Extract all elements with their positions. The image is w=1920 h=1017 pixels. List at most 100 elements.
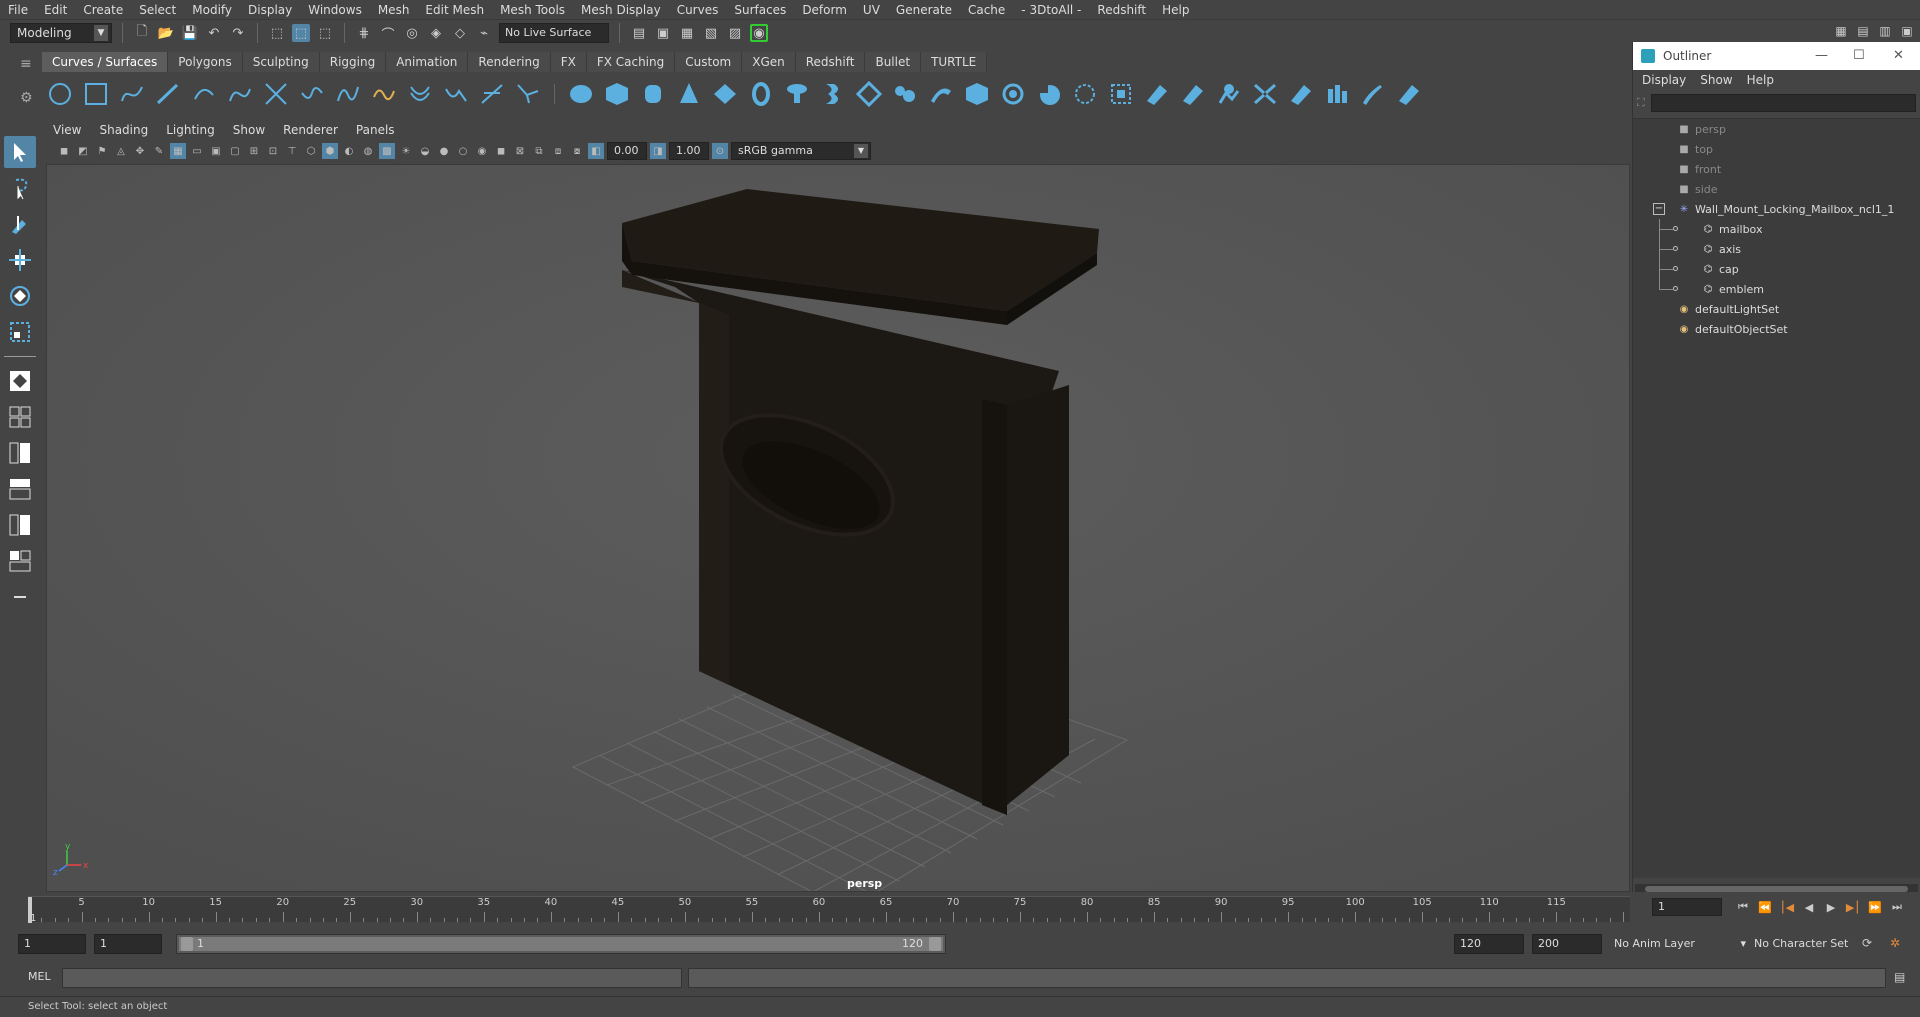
- panel-menu-renderer[interactable]: Renderer: [274, 123, 347, 137]
- outliner-menu-display[interactable]: Display: [1635, 73, 1693, 87]
- panel-layout-icon[interactable]: ▣: [1898, 22, 1916, 40]
- time-slider-track[interactable]: 5 10 15 20 25 30 35 40 45 50 55 60 65 70 75 80 85 90 95 100…: [28, 896, 1630, 924]
- menu-mesh-display[interactable]: Mesh Display: [573, 0, 669, 20]
- shelf-tab-redshift[interactable]: Redshift: [795, 52, 866, 72]
- panel-menu-shading[interactable]: Shading: [90, 123, 157, 137]
- image-plane-icon[interactable]: ◬: [113, 143, 129, 159]
- step-forward-frame-icon[interactable]: ▶⎮: [1844, 898, 1862, 916]
- gate-mask-icon[interactable]: ▢: [227, 143, 243, 159]
- gamma-icon[interactable]: ◨: [650, 143, 666, 159]
- redshift-render-icon[interactable]: ◉: [750, 24, 768, 42]
- snap-point-icon[interactable]: ◎: [403, 24, 421, 42]
- detach-surface-icon[interactable]: [1251, 80, 1279, 108]
- field-chart-icon[interactable]: ⊞: [246, 143, 262, 159]
- close-icon[interactable]: ✕: [1893, 48, 1904, 63]
- menu-edit[interactable]: Edit: [36, 0, 75, 20]
- single-perspective-layout-icon[interactable]: [4, 365, 36, 397]
- shelf-tab-sculpting[interactable]: Sculpting: [242, 52, 320, 72]
- render-frame-icon[interactable]: ▣: [654, 24, 672, 42]
- outliner-item-front[interactable]: ■ front: [1633, 159, 1920, 179]
- film-gate-icon[interactable]: ▭: [189, 143, 205, 159]
- nurbs-sphere-icon[interactable]: [567, 80, 595, 108]
- mel-input[interactable]: [62, 968, 682, 988]
- menu-display[interactable]: Display: [240, 0, 300, 20]
- two-d-pan-icon[interactable]: ✥: [132, 143, 148, 159]
- nurbs-square-icon[interactable]: [82, 80, 110, 108]
- lasso-tool[interactable]: [4, 172, 36, 204]
- anim-prefs-icon[interactable]: ✲: [1890, 936, 1900, 950]
- extrude-icon[interactable]: [891, 80, 919, 108]
- shelf-tab-fx-caching[interactable]: FX Caching: [586, 52, 676, 72]
- select-component-icon[interactable]: ⬚: [316, 24, 334, 42]
- shelf-tab-custom[interactable]: Custom: [675, 52, 743, 72]
- panel-layout-icon[interactable]: ▤: [1854, 22, 1872, 40]
- curve-intersect-icon[interactable]: [262, 80, 290, 108]
- smooth-shade-icon[interactable]: ⬢: [322, 143, 338, 159]
- menu-cache[interactable]: Cache: [960, 0, 1013, 20]
- outliner-item-axis[interactable]: ⌬ axis: [1633, 239, 1920, 259]
- bookmark-icon[interactable]: ⚑: [94, 143, 110, 159]
- snap-view-icon[interactable]: ◈: [427, 24, 445, 42]
- panel-layout-icon[interactable]: ▦: [1832, 22, 1850, 40]
- move-tool[interactable]: [4, 244, 36, 276]
- outliner-item-persp[interactable]: ■ persp: [1633, 119, 1920, 139]
- shelf-tab-animation[interactable]: Animation: [386, 52, 469, 72]
- menu-curves[interactable]: Curves: [669, 0, 727, 20]
- outliner-item-wall-mount-locking-mailbox-ncl1-1[interactable]: − ✳ Wall_Mount_Locking_Mailbox_ncl1_1: [1633, 199, 1920, 219]
- hypershade-icon[interactable]: ▨: [726, 24, 744, 42]
- pencil-curve-icon[interactable]: [190, 80, 218, 108]
- menu-set-select[interactable]: Modeling ▼: [10, 23, 112, 43]
- shelf-tab-rigging[interactable]: Rigging: [319, 52, 387, 72]
- outliner-menu-help[interactable]: Help: [1740, 73, 1781, 87]
- menu-mesh[interactable]: Mesh: [370, 0, 418, 20]
- default-material-icon[interactable]: ◐: [341, 143, 357, 159]
- menu-file[interactable]: File: [0, 0, 36, 20]
- menu-create[interactable]: Create: [75, 0, 131, 20]
- history-icon[interactable]: ▤: [630, 24, 648, 42]
- menu-deform[interactable]: Deform: [794, 0, 855, 20]
- character-set-select[interactable]: No Character Set: [1754, 934, 1874, 954]
- step-back-key-icon[interactable]: ⏪: [1756, 898, 1774, 916]
- loft-icon[interactable]: [819, 80, 847, 108]
- animation-end-field[interactable]: 200: [1532, 934, 1602, 954]
- select-tool[interactable]: [4, 136, 36, 168]
- align-surface-icon[interactable]: [1287, 80, 1315, 108]
- resolution-gate-icon[interactable]: ▣: [208, 143, 224, 159]
- anim-layer-select[interactable]: No Anim Layer ▾: [1614, 934, 1746, 954]
- open-close-surface-icon[interactable]: [1323, 80, 1351, 108]
- shelf-tab-xgen[interactable]: XGen: [742, 52, 796, 72]
- screen-space-ao-icon[interactable]: ●: [436, 143, 452, 159]
- playback-end-field[interactable]: 120: [1454, 934, 1524, 954]
- uv-layout-icon[interactable]: [4, 545, 36, 577]
- outliner-titlebar[interactable]: Outliner — ☐ ✕: [1633, 42, 1920, 70]
- script-editor-icon[interactable]: ▤: [1894, 970, 1905, 984]
- use-all-lights-icon[interactable]: ☀: [398, 143, 414, 159]
- panel-layout-icon[interactable]: ▥: [1876, 22, 1894, 40]
- menu-redshift[interactable]: Redshift: [1089, 0, 1154, 20]
- rotate-tool[interactable]: [4, 280, 36, 312]
- shadows-icon[interactable]: ◒: [417, 143, 433, 159]
- live-surface-field[interactable]: No Live Surface: [499, 23, 609, 43]
- step-forward-key-icon[interactable]: ⏩: [1866, 898, 1884, 916]
- textured-icon[interactable]: ▩: [379, 143, 395, 159]
- snap-curve-icon[interactable]: ⌒: [379, 24, 397, 43]
- menu-3dtoall[interactable]: - 3DtoAll -: [1013, 0, 1089, 20]
- outliner-item-mailbox[interactable]: ⌬ mailbox: [1633, 219, 1920, 239]
- camera-attributes-icon[interactable]: ◩: [75, 143, 91, 159]
- square-surface-icon[interactable]: [999, 80, 1027, 108]
- animation-start-field[interactable]: 1: [18, 934, 86, 954]
- revolve-icon[interactable]: [783, 80, 811, 108]
- playback-start-field[interactable]: 1: [94, 934, 162, 954]
- shelf-tab-rendering[interactable]: Rendering: [468, 52, 551, 72]
- exposure-field[interactable]: 0.00: [607, 142, 647, 160]
- select-hierarchy-icon[interactable]: ⬚: [268, 24, 286, 42]
- menu-modify[interactable]: Modify: [184, 0, 240, 20]
- range-bar[interactable]: 1 120: [176, 934, 946, 954]
- panel-menu-lighting[interactable]: Lighting: [157, 123, 224, 137]
- nurbs-circle-icon[interactable]: [46, 80, 74, 108]
- outliner-item-top[interactable]: ■ top: [1633, 139, 1920, 159]
- more-layouts-icon[interactable]: [4, 581, 36, 613]
- motion-blur-icon[interactable]: ○: [455, 143, 471, 159]
- redo-icon[interactable]: ↷: [229, 24, 247, 42]
- nurbs-cylinder-icon[interactable]: [639, 80, 667, 108]
